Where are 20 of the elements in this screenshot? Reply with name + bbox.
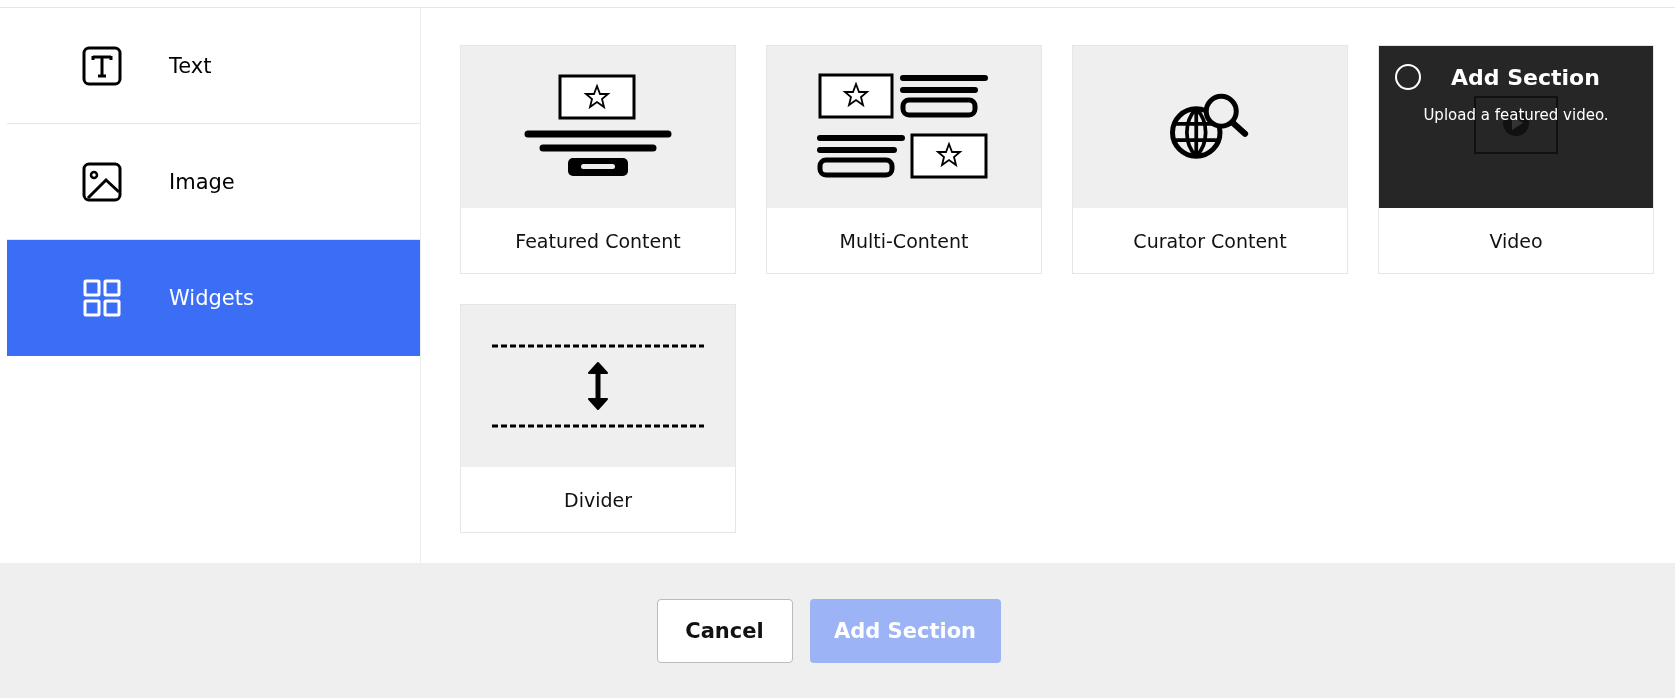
play-icon <box>1474 96 1558 154</box>
widget-card[interactable]: Divider <box>460 304 736 533</box>
grid-icon <box>82 278 122 318</box>
card-label: Curator Content <box>1132 228 1288 254</box>
sidebar-item[interactable]: Widgets <box>7 240 420 356</box>
cancel-button[interactable]: Cancel <box>656 598 793 663</box>
card-label: Featured Content <box>514 228 682 254</box>
card-label: Multi-Content <box>838 228 970 254</box>
text-icon <box>82 45 122 86</box>
widget-card[interactable]: Multi-Content <box>766 45 1042 274</box>
image-icon <box>82 161 122 202</box>
card-label: Divider <box>563 487 633 513</box>
card-label: Video <box>1488 228 1544 254</box>
widget-card[interactable]: Add Section Upload a featured video. Video <box>1378 45 1654 274</box>
radio-button[interactable] <box>1395 64 1421 90</box>
widget-card[interactable]: Curator Content <box>1072 45 1348 274</box>
overlay-title: Add Section <box>1451 64 1600 90</box>
sidebar-item[interactable]: Text <box>7 8 420 124</box>
widget-card[interactable]: Featured Content <box>460 45 736 274</box>
overlay-text: Upload a featured video. <box>1422 106 1610 124</box>
